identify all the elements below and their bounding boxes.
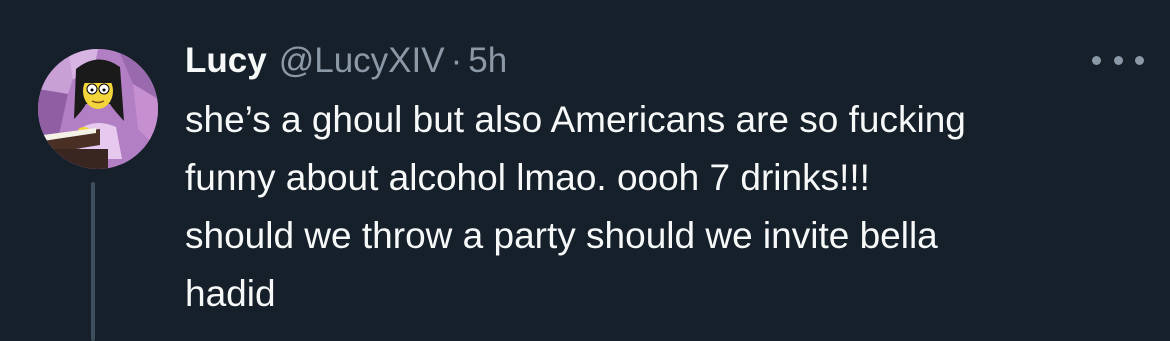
- more-dot: [1135, 55, 1144, 65]
- thread-line: [91, 182, 95, 341]
- separator-dot: ·: [450, 41, 463, 80]
- tweet-header: Lucy @LucyXIV · 5h: [185, 36, 507, 86]
- avatar[interactable]: [38, 49, 158, 169]
- timestamp[interactable]: 5h: [468, 41, 507, 81]
- more-dot: [1092, 55, 1101, 65]
- tweet[interactable]: Lucy @LucyXIV · 5h she’s a ghoul but als…: [0, 0, 1170, 341]
- more-dot: [1113, 55, 1123, 65]
- display-name[interactable]: Lucy: [185, 41, 267, 81]
- tweet-text: she’s a ghoul but also Americans are so …: [185, 99, 966, 314]
- cartoon-character-avatar-icon: [38, 49, 158, 169]
- more-options-icon[interactable]: [1092, 48, 1144, 72]
- user-handle[interactable]: @LucyXIV: [279, 41, 445, 81]
